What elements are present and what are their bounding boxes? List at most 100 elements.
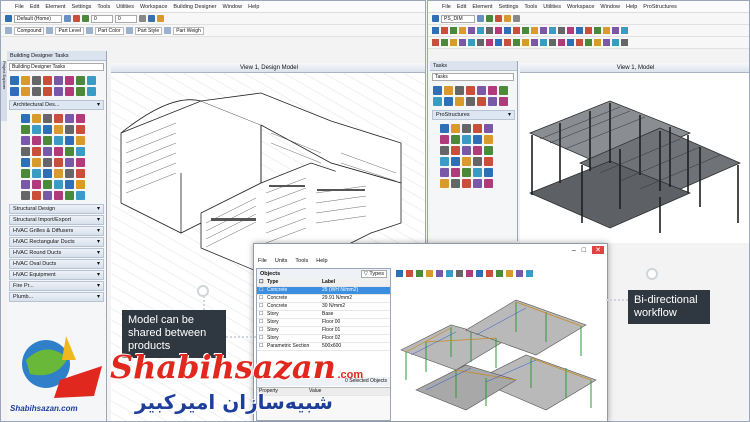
- tool-icon[interactable]: [462, 124, 471, 133]
- menu-item[interactable]: Workspace: [567, 4, 594, 10]
- toolbar-icon[interactable]: [531, 39, 538, 46]
- menu-item[interactable]: Tools: [295, 258, 308, 264]
- category-row[interactable]: Structural Import/Export: [9, 215, 104, 225]
- tool-icon[interactable]: [54, 147, 63, 156]
- tool-icon[interactable]: [32, 136, 41, 145]
- tool-icon[interactable]: [473, 124, 482, 133]
- toolbar-icon[interactable]: [468, 39, 475, 46]
- toolbar-icon[interactable]: [576, 39, 583, 46]
- row-checkbox[interactable]: ☐: [257, 287, 265, 294]
- toolbar-icon[interactable]: [46, 27, 54, 34]
- tool-icon[interactable]: [43, 147, 52, 156]
- menu-item[interactable]: Tools: [524, 4, 537, 10]
- tool-icon[interactable]: [466, 97, 475, 106]
- row-checkbox[interactable]: ☐: [257, 335, 265, 342]
- tool-icon[interactable]: [484, 157, 493, 166]
- toolbar-icon[interactable]: [504, 39, 511, 46]
- tool-icon[interactable]: [473, 157, 482, 166]
- toolbar-icon[interactable]: [603, 39, 610, 46]
- tool-icon[interactable]: [43, 87, 52, 96]
- tool-icon[interactable]: [43, 76, 52, 85]
- tool-icon[interactable]: [473, 179, 482, 188]
- viewer-tool-icon[interactable]: [426, 269, 433, 277]
- tool-icon[interactable]: [43, 169, 52, 178]
- toolbar-icon[interactable]: [495, 27, 502, 34]
- tool-icon[interactable]: [433, 86, 442, 95]
- toolbar-icon[interactable]: [594, 39, 601, 46]
- menu-item[interactable]: Window: [223, 4, 243, 10]
- viewer-tool-icon[interactable]: [406, 269, 413, 277]
- menu-item[interactable]: Settings: [499, 4, 519, 10]
- tool-icon[interactable]: [54, 87, 63, 96]
- tool-icon[interactable]: [444, 86, 453, 95]
- toolbar-icon[interactable]: [567, 39, 574, 46]
- tool-icon[interactable]: [473, 168, 482, 177]
- tool-icon[interactable]: [21, 125, 30, 134]
- tool-icon[interactable]: [451, 157, 460, 166]
- menu-item[interactable]: File: [442, 4, 451, 10]
- tool-icon[interactable]: [65, 136, 74, 145]
- tool-icon[interactable]: [451, 168, 460, 177]
- minimize-icon[interactable]: –: [572, 247, 576, 254]
- tool-icon[interactable]: [440, 179, 449, 188]
- menu-item[interactable]: File: [258, 258, 267, 264]
- tool-icon[interactable]: [451, 179, 460, 188]
- viewer-tool-icon[interactable]: [476, 269, 483, 277]
- tool-icon[interactable]: [65, 169, 74, 178]
- tool-icon[interactable]: [54, 158, 63, 167]
- tool-icon[interactable]: [54, 136, 63, 145]
- column-header-label[interactable]: Label: [320, 279, 390, 286]
- project-explorer-tab[interactable]: Project Explorer: [1, 61, 7, 121]
- table-row[interactable]: ☐ Story Floor 02: [257, 335, 390, 343]
- attribute-label[interactable]: Part Style: [134, 26, 163, 35]
- tool-icon[interactable]: [32, 158, 41, 167]
- toolbar-icon[interactable]: [486, 27, 493, 34]
- model-select[interactable]: PS_DIM: [441, 14, 475, 23]
- toolbar-icon[interactable]: [567, 27, 574, 34]
- tool-icon[interactable]: [21, 191, 30, 200]
- close-icon[interactable]: ✕: [592, 246, 604, 254]
- maximize-icon[interactable]: □: [582, 247, 586, 254]
- toolbar-icon[interactable]: [603, 27, 610, 34]
- row-checkbox[interactable]: ☐: [257, 319, 265, 326]
- tool-icon[interactable]: [440, 135, 449, 144]
- tool-icon[interactable]: [65, 87, 74, 96]
- tool-icon[interactable]: [21, 147, 30, 156]
- toolbar-icon[interactable]: [459, 39, 466, 46]
- toolbar-icon[interactable]: [549, 39, 556, 46]
- section-header[interactable]: ProStructures: [432, 110, 515, 120]
- viewer-tool-icon[interactable]: [436, 269, 443, 277]
- tool-icon[interactable]: [473, 135, 482, 144]
- row-checkbox[interactable]: ☐: [257, 295, 265, 302]
- category-row[interactable]: HVAC Oval Ducts: [9, 259, 104, 269]
- table-row[interactable]: ☐ Story Floor 01: [257, 327, 390, 335]
- tool-icon[interactable]: [32, 169, 41, 178]
- toolbar-icon[interactable]: [139, 15, 146, 22]
- tool-icon[interactable]: [76, 114, 85, 123]
- table-row[interactable]: ☐ Concrete 25 (WH N/mm2): [257, 287, 390, 295]
- tool-icon[interactable]: [87, 87, 96, 96]
- tool-icon[interactable]: [440, 124, 449, 133]
- toolbar-icon[interactable]: [558, 39, 565, 46]
- section-header[interactable]: Architectural Des...: [9, 100, 104, 110]
- toolbar-icon[interactable]: [594, 27, 601, 34]
- tool-icon[interactable]: [43, 191, 52, 200]
- tool-icon[interactable]: [462, 135, 471, 144]
- toolbar-icon[interactable]: [522, 39, 529, 46]
- tool-icon[interactable]: [32, 191, 41, 200]
- viewer-tool-icon[interactable]: [526, 269, 533, 277]
- attribute-label[interactable]: Part Weigh: [173, 26, 204, 35]
- header-checkbox[interactable]: ☐: [257, 279, 265, 286]
- menu-item[interactable]: Units: [275, 258, 288, 264]
- menu-item[interactable]: Workspace: [140, 4, 167, 10]
- menu-item[interactable]: Help: [626, 4, 637, 10]
- tool-icon[interactable]: [21, 76, 30, 85]
- toolbar-icon[interactable]: [621, 39, 628, 46]
- tool-icon[interactable]: [484, 146, 493, 155]
- tool-icon[interactable]: [484, 168, 493, 177]
- tool-icon[interactable]: [462, 168, 471, 177]
- menu-item[interactable]: Utilities: [116, 4, 134, 10]
- toolbar-icon[interactable]: [157, 15, 164, 22]
- tool-icon[interactable]: [43, 114, 52, 123]
- menu-item[interactable]: Edit: [30, 4, 39, 10]
